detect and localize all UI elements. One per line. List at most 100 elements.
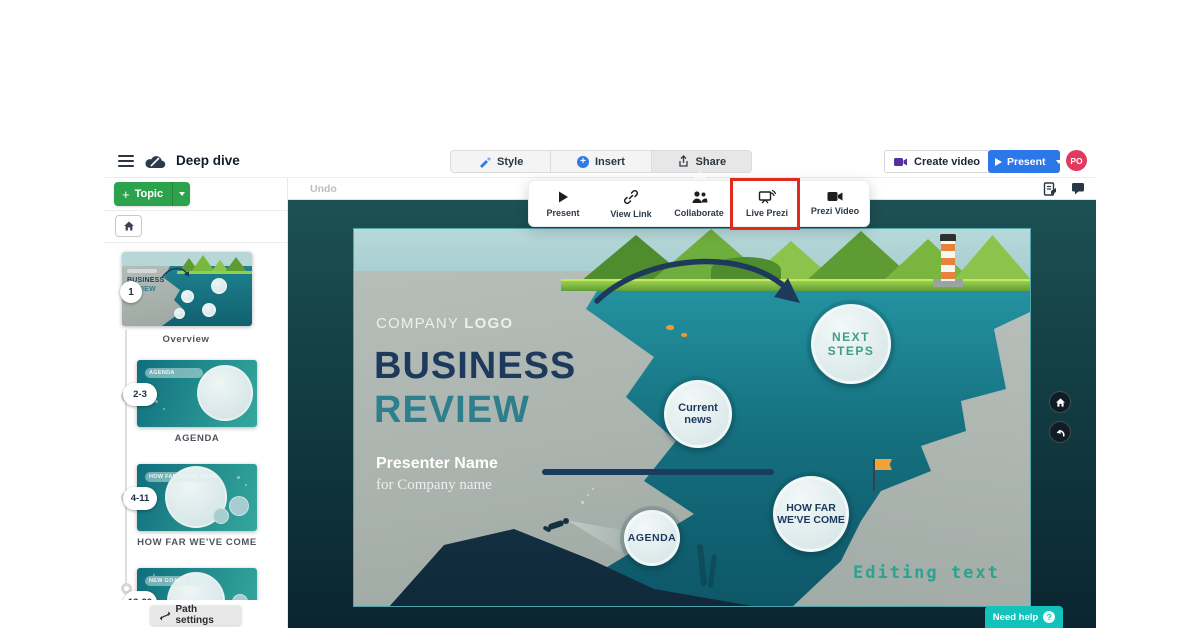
path-badge-how-far[interactable]: 4-11 <box>123 487 157 510</box>
bubble <box>587 494 589 496</box>
present-label: Present <box>1007 155 1046 168</box>
annotation-line1: Editing text <box>853 563 1000 583</box>
chevron-down-icon <box>178 192 185 196</box>
need-help-label: Need help <box>992 611 1039 623</box>
present-dropdown-caret-icon[interactable] <box>1055 159 1062 164</box>
share-label: Share <box>695 155 727 168</box>
curved-arrow <box>594 258 800 304</box>
zoom-home-button[interactable] <box>1049 391 1071 413</box>
topic-circle-agenda[interactable]: AGENDA <box>624 510 680 566</box>
insert-plus-icon: + <box>577 155 589 168</box>
mini-pill: HOW FAR WE'VE COME <box>145 472 217 482</box>
slide-title-line1[interactable]: BUSINESS <box>374 345 576 388</box>
editing-annotation[interactable]: Editing text is easy... <box>853 513 1000 606</box>
share-button[interactable]: Share <box>651 151 751 172</box>
mini-circle <box>211 278 227 294</box>
sidebar: + Topic BUSINESS 1 Overview AGENDA 2-3 A… <box>104 178 288 628</box>
home-icon <box>123 221 134 231</box>
hamburger-menu-icon[interactable] <box>118 155 134 168</box>
style-label: Style <box>497 155 524 168</box>
create-video-button[interactable]: Create video <box>884 150 991 173</box>
path-settings-button[interactable]: Path settings <box>149 604 242 626</box>
share-view-link-label: View Link <box>610 208 652 219</box>
presenter-company[interactable]: for Company name <box>376 477 492 494</box>
thumbnail-label-overview: Overview <box>162 334 210 345</box>
mini-company-logo-bar <box>127 269 157 273</box>
next-steps-line2: STEPS <box>827 344 875 358</box>
home-overview-button[interactable] <box>115 215 142 237</box>
share-menu-collaborate[interactable]: Collaborate <box>665 181 733 226</box>
path-badge-agenda[interactable]: 2-3 <box>123 383 157 406</box>
how-far-line2: WE'VE COME <box>777 514 845 526</box>
bubble <box>592 488 594 490</box>
lighthouse-icon <box>941 237 955 281</box>
mini-circle <box>202 303 216 317</box>
scuba-diver-icon <box>542 513 572 537</box>
agenda-label: AGENDA <box>627 532 677 544</box>
live-prezi-icon <box>758 189 776 204</box>
mini-subtopic-circle <box>213 508 229 524</box>
share-upload-icon <box>678 155 688 167</box>
lighthouse-cap <box>940 234 956 241</box>
insert-button[interactable]: + Insert <box>551 151 652 172</box>
present-play-icon <box>559 191 568 202</box>
add-topic-button[interactable]: + Topic <box>114 182 191 206</box>
divider <box>104 210 287 211</box>
timeline-bar[interactable] <box>542 469 774 475</box>
share-dropdown-menu: Present View Link Collaborate Live Prezi <box>528 178 870 230</box>
topic-label: Topic <box>134 188 164 200</box>
presentation-title[interactable]: Deep dive <box>176 153 240 168</box>
topic-circle-current-news[interactable]: Current news <box>664 380 732 448</box>
mini-arrow <box>161 267 189 279</box>
present-button[interactable]: Present <box>988 150 1062 173</box>
company-logo-text[interactable]: COMPANY LOGO <box>376 315 513 332</box>
slide-title-line2[interactable]: REVIEW <box>374 389 530 432</box>
share-collaborate-label: Collaborate <box>674 207 724 218</box>
style-button[interactable]: Style <box>451 151 552 172</box>
share-menu-present[interactable]: Present <box>529 181 597 226</box>
share-menu-live-prezi[interactable]: Live Prezi <box>733 181 801 226</box>
need-help-button[interactable]: Need help ? <box>985 606 1063 628</box>
mini-pill: AGENDA <box>145 368 203 378</box>
share-menu-prezi-video[interactable]: Prezi Video <box>801 181 869 226</box>
presenter-name[interactable]: Presenter Name <box>376 455 498 473</box>
company-word: COMPANY <box>376 315 465 332</box>
insert-label: Insert <box>595 155 625 168</box>
share-present-label: Present <box>546 207 580 218</box>
collaborate-people-icon <box>692 190 707 203</box>
path-settings-label: Path settings <box>175 604 214 626</box>
path-settings-icon <box>159 610 171 620</box>
topic-circle-next-steps[interactable]: NEXT STEPS <box>811 304 891 384</box>
speaker-notes-icon[interactable] <box>1043 182 1057 196</box>
topic-circle-how-far[interactable]: HOW FAR WE'VE COME <box>773 476 849 552</box>
logo-word: LOGO <box>464 315 514 332</box>
mini-topic-circle <box>197 365 253 421</box>
flag-pole <box>873 459 875 491</box>
slide-overview[interactable]: COMPANY LOGO BUSINESS REVIEW Presenter N… <box>353 228 1031 607</box>
comments-icon[interactable] <box>1071 182 1085 195</box>
sidebar-footer: Path settings <box>104 600 287 628</box>
how-far-line1: HOW FAR <box>786 502 836 514</box>
path-badge-overview[interactable]: 1 <box>120 281 142 303</box>
mini-subtopic-circle <box>229 496 249 516</box>
toolbar-segmented-control: Style + Insert Share <box>450 150 752 173</box>
prezi-logo-icon[interactable] <box>144 153 166 170</box>
share-menu-view-link[interactable]: View Link <box>597 181 665 226</box>
play-icon <box>995 157 1002 166</box>
bubble <box>581 501 584 504</box>
undo-button[interactable]: Undo <box>310 183 337 195</box>
user-avatar[interactable]: PO <box>1066 150 1087 171</box>
mini-pill: NEW GOALS <box>145 576 203 586</box>
share-prezi-video-label: Prezi Video <box>810 206 860 216</box>
style-wand-icon <box>480 157 492 168</box>
editor-canvas[interactable]: COMPANY LOGO BUSINESS REVIEW Presenter N… <box>288 200 1096 628</box>
curved-back-arrow-icon <box>1056 429 1065 437</box>
topic-dropdown-caret[interactable] <box>172 182 191 206</box>
next-steps-line1: NEXT <box>831 330 870 344</box>
question-mark-icon: ? <box>1043 611 1056 623</box>
thumbnail-label-agenda: AGENDA <box>174 433 220 444</box>
back-to-previous-view-button[interactable] <box>1049 421 1071 443</box>
video-camera-icon <box>894 157 907 166</box>
link-icon <box>623 189 639 204</box>
home-icon <box>1055 397 1065 407</box>
